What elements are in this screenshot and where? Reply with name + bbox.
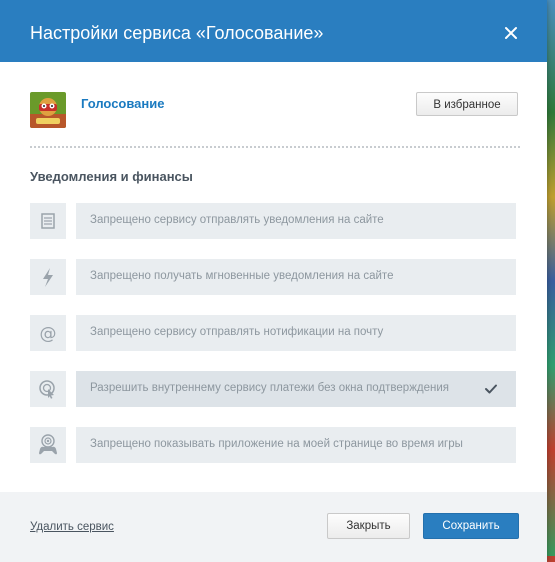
lightning-icon — [43, 268, 53, 287]
settings-dialog: Настройки сервиса «Голосование» Голосова… — [0, 0, 547, 562]
app-icon — [30, 92, 66, 128]
delete-service-link[interactable]: Удалить сервис — [30, 521, 114, 533]
permission-row-site-notifications: Запрещено сервису отправлять уведомления… — [30, 203, 517, 239]
app-name-link[interactable]: Голосование — [81, 96, 165, 111]
app-info-row: Голосование В избранное — [30, 92, 520, 128]
cursor-click-icon — [39, 380, 55, 399]
permission-label: Разрешить внутреннему сервису платежи бе… — [90, 382, 449, 394]
permission-label: Запрещено получать мгновенные уведомлени… — [90, 270, 394, 282]
permission-label: Запрещено сервису отправлять нотификации… — [90, 326, 384, 338]
gamepad-broadcast-icon — [39, 434, 57, 455]
background-game-strip — [547, 0, 555, 562]
permission-toggle[interactable]: Запрещено сервису отправлять нотификации… — [76, 315, 516, 351]
page-icon — [41, 213, 55, 229]
lightning-icon-wrap — [30, 259, 66, 295]
gamepad-broadcast-icon-wrap — [30, 427, 66, 463]
dotted-divider — [30, 146, 520, 148]
at-sign-icon: @ — [40, 324, 57, 344]
svg-text:@: @ — [40, 324, 57, 344]
save-button[interactable]: Сохранить — [423, 513, 519, 539]
permission-row-email-notifications: @ Запрещено сервису отправлять нотификац… — [30, 315, 517, 351]
permission-row-instant-notifications: Запрещено получать мгновенные уведомлени… — [30, 259, 517, 295]
permission-toggle[interactable]: Запрещено показывать приложение на моей … — [76, 427, 516, 463]
dialog-header: Настройки сервиса «Голосование» — [0, 0, 547, 62]
permission-toggle[interactable]: Запрещено сервису отправлять уведомления… — [76, 203, 516, 239]
permission-label: Запрещено показывать приложение на моей … — [90, 438, 463, 450]
permission-row-silent-payments: Разрешить внутреннему сервису платежи бе… — [30, 371, 517, 407]
permission-toggle[interactable]: Запрещено получать мгновенные уведомлени… — [76, 259, 516, 295]
cursor-click-icon-wrap — [30, 371, 66, 407]
close-icon[interactable] — [500, 22, 522, 44]
dialog-footer: Удалить сервис Закрыть Сохранить — [0, 492, 547, 562]
add-to-favorites-button[interactable]: В избранное — [416, 92, 518, 116]
close-button[interactable]: Закрыть — [327, 513, 410, 539]
at-sign-icon-wrap: @ — [30, 315, 66, 351]
page-icon-wrap — [30, 203, 66, 239]
permission-toggle[interactable]: Разрешить внутреннему сервису платежи бе… — [76, 371, 516, 407]
dialog-title: Настройки сервиса «Голосование» — [30, 23, 324, 43]
section-title: Уведомления и финансы — [30, 169, 193, 184]
checkmark-icon — [485, 384, 497, 394]
permission-row-game-broadcast: Запрещено показывать приложение на моей … — [30, 427, 517, 463]
permission-label: Запрещено сервису отправлять уведомления… — [90, 214, 384, 226]
